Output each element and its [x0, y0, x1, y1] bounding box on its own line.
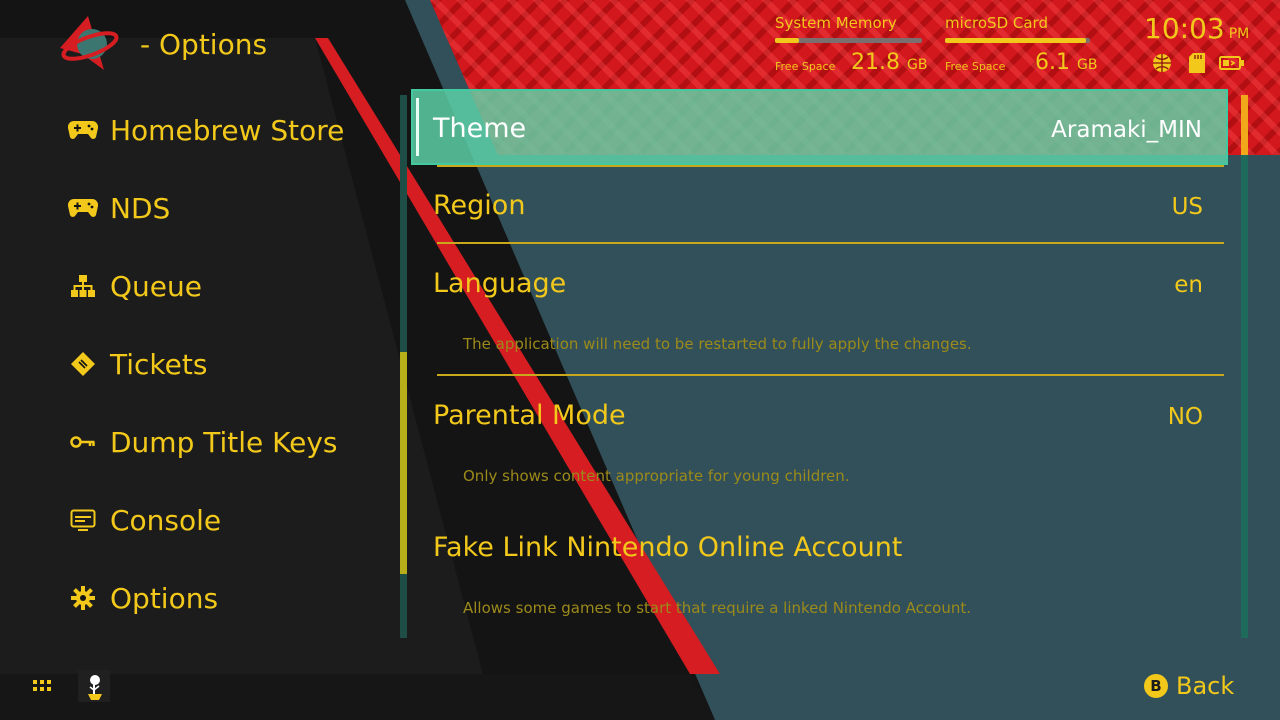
option-value: NO: [1167, 404, 1203, 430]
sidebar-item-label: Queue: [110, 269, 202, 303]
option-row-parental-mode[interactable]: Parental Mode NO Only shows content appr…: [433, 400, 1223, 500]
selection-marker: [416, 98, 419, 156]
options-scrollbar[interactable]: [1241, 95, 1248, 638]
option-value: en: [1174, 272, 1203, 298]
option-label: Parental Mode: [433, 400, 626, 431]
system-memory-free-label: Free Space: [775, 60, 836, 73]
system-memory-bar: [775, 38, 922, 43]
option-label: Fake Link Nintendo Online Account: [433, 532, 903, 563]
battery-icon: [1218, 52, 1246, 74]
option-value: Aramaki_MIN: [1051, 117, 1202, 143]
sidebar-item-label: Dump Title Keys: [110, 425, 338, 459]
ticket-icon: [66, 347, 100, 381]
sd-card-value: 6.1 GB: [1035, 50, 1098, 75]
option-description: Only shows content appropriate for young…: [463, 467, 850, 485]
b-button-icon: B: [1144, 674, 1168, 698]
sidebar-item-options[interactable]: Options: [66, 559, 218, 637]
options-scrollbar-thumb[interactable]: [1241, 95, 1248, 155]
avatar[interactable]: [78, 670, 110, 702]
sidebar-item-homebrew-store[interactable]: Homebrew Store: [66, 91, 344, 169]
option-label: Theme: [433, 113, 527, 144]
option-description: The application will need to be restarte…: [463, 335, 972, 353]
sidebar-item-label: Options: [110, 581, 219, 615]
clock: 10:03 PM: [1144, 12, 1250, 45]
separator: [437, 242, 1224, 244]
option-row-theme[interactable]: Theme Aramaki_MIN: [411, 89, 1228, 165]
gamepad-icon: [66, 113, 100, 147]
sd-card-bar-fill: [945, 38, 1086, 43]
sidebar-scrollbar-thumb[interactable]: [400, 352, 407, 574]
option-row-language[interactable]: Language en The application will need to…: [433, 268, 1223, 374]
system-memory-label: System Memory: [775, 14, 897, 32]
option-row-region[interactable]: Region US: [433, 190, 1223, 242]
sidebar-item-label: NDS: [110, 191, 171, 225]
option-label: Region: [433, 190, 526, 221]
sidebar-item-dump-title-keys[interactable]: Dump Title Keys: [66, 403, 338, 481]
gamepad-icon: [66, 191, 100, 225]
globe-icon: [1151, 52, 1173, 74]
sidebar-item-label: Console: [110, 503, 222, 537]
system-memory-bar-fill: [775, 38, 799, 43]
back-button[interactable]: B Back: [1144, 672, 1234, 700]
option-label: Language: [433, 268, 567, 299]
sidebar-item-label: Homebrew Store: [110, 113, 345, 147]
sidebar-item-tickets[interactable]: Tickets: [66, 325, 207, 403]
hierarchy-icon: [66, 269, 100, 303]
key-icon: [66, 425, 100, 459]
app-logo-icon: [58, 14, 120, 72]
sidebar-item-queue[interactable]: Queue: [66, 247, 202, 325]
sd-card-label: microSD Card: [945, 14, 1048, 32]
sd-card-status: microSD Card Free Space 6.1 GB: [945, 14, 1097, 75]
sidebar-item-nds[interactable]: NDS: [66, 169, 170, 247]
separator: [437, 165, 1224, 167]
option-row-fake-link-account[interactable]: Fake Link Nintendo Online Account Allows…: [433, 532, 1223, 632]
sidebar-item-console[interactable]: Console: [66, 481, 221, 559]
option-value: US: [1171, 194, 1203, 220]
sd-card-icon: [1186, 52, 1208, 74]
option-description: Allows some games to start that require …: [463, 599, 972, 617]
back-label: Back: [1176, 672, 1235, 700]
gear-icon: [66, 581, 100, 615]
sidebar-item-label: Tickets: [110, 347, 208, 381]
separator: [437, 374, 1224, 376]
system-memory-status: System Memory Free Space 21.8 GB: [775, 14, 927, 75]
apps-grid-icon[interactable]: [32, 676, 52, 696]
sd-card-bar: [945, 38, 1090, 43]
page-title: - Options: [140, 28, 268, 61]
system-memory-value: 21.8 GB: [851, 50, 928, 75]
console-icon: [66, 503, 100, 537]
sd-card-free-label: Free Space: [945, 60, 1006, 73]
